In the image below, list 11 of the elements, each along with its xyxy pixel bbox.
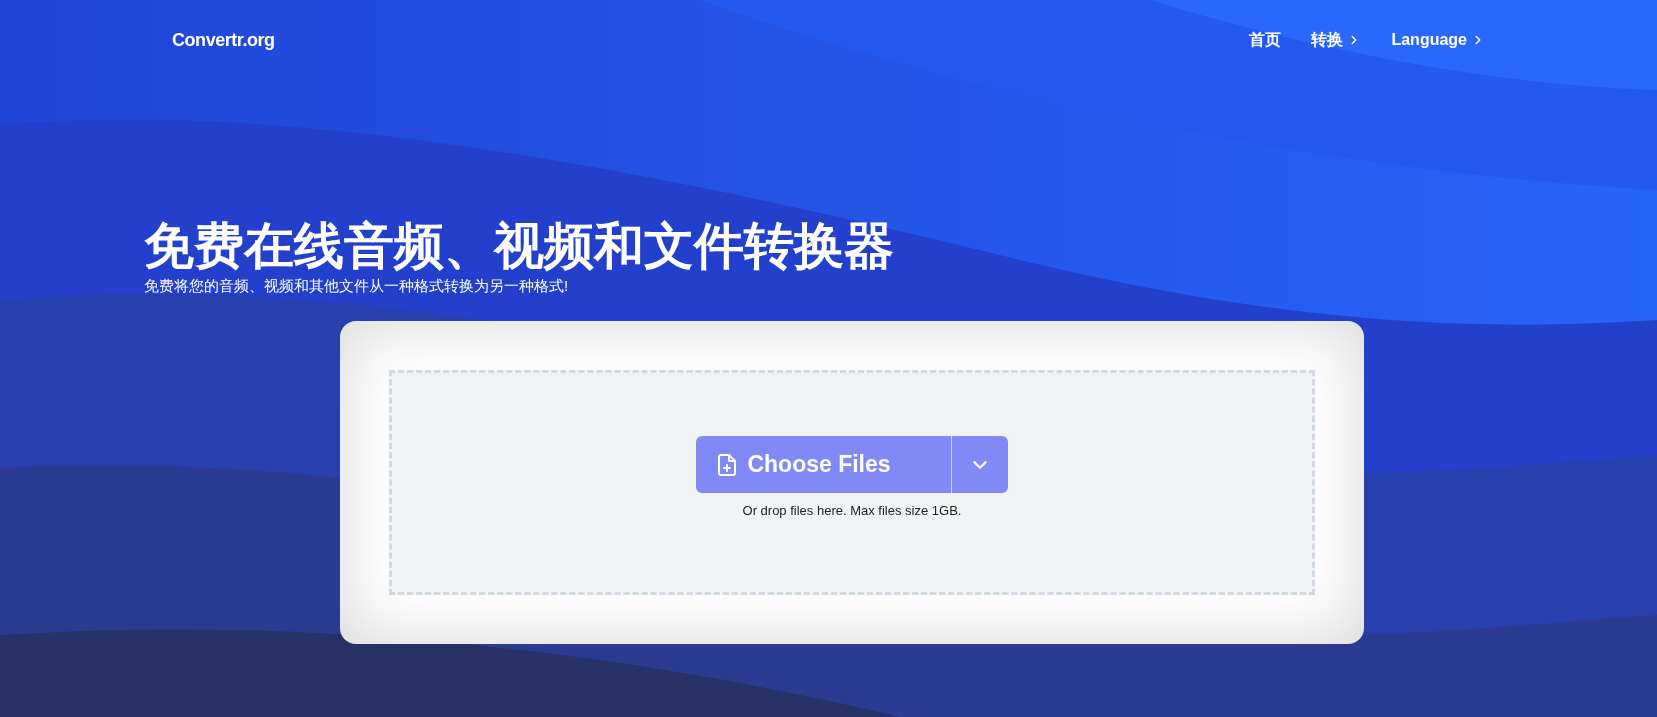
- hero-title: 免费在线音频、视频和文件转换器: [144, 217, 894, 276]
- hero-subtitle: 免费将您的音频、视频和其他文件从一种格式转换为另一种格式!: [144, 276, 569, 296]
- dropdown-button[interactable]: [950, 436, 1008, 493]
- drop-zone[interactable]: Choose Files Or drop files here. Max files size 1GB.: [389, 370, 1315, 595]
- site-logo[interactable]: Convertr.org: [172, 26, 275, 54]
- nav-link[interactable]: 转换: [1311, 28, 1362, 52]
- nav-link[interactable]: 首页: [1249, 28, 1282, 52]
- nav-link[interactable]: Language: [1391, 28, 1485, 52]
- choose-files-button[interactable]: Choose Files: [696, 436, 951, 493]
- upload-hint: Or drop files here. Max files size 1GB.: [742, 502, 962, 520]
- file-plus-icon: [718, 453, 737, 476]
